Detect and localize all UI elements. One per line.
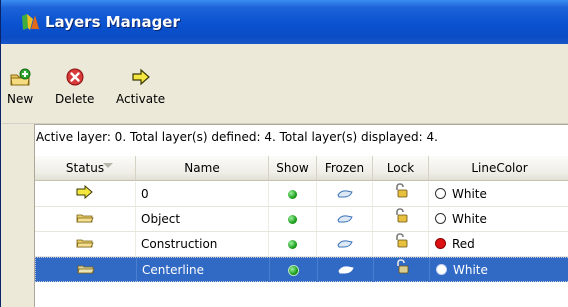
unlocked-padlock-icon — [394, 182, 408, 207]
line-color-cell[interactable]: White — [429, 207, 568, 231]
new-button[interactable]: New — [7, 66, 33, 106]
unlocked-padlock-icon — [394, 207, 408, 232]
activate-label: Activate — [116, 92, 166, 106]
column-header-status[interactable]: Status — [35, 156, 136, 180]
visible-bulb-icon — [288, 190, 297, 199]
color-name: White — [452, 212, 487, 226]
visible-bulb-icon — [288, 215, 297, 224]
line-color-cell[interactable]: White — [430, 258, 568, 282]
unfrozen-icon — [336, 233, 354, 257]
unlocked-padlock-icon — [394, 232, 408, 257]
color-swatch — [436, 264, 447, 275]
unfrozen-icon — [337, 259, 355, 283]
color-swatch — [435, 213, 446, 224]
layer-name-cell[interactable]: Construction — [136, 232, 269, 256]
unfrozen-icon — [336, 183, 354, 207]
lock-toggle[interactable] — [373, 182, 429, 206]
layer-name: 0 — [141, 187, 149, 201]
status-cell[interactable] — [35, 182, 136, 206]
new-label: New — [7, 92, 34, 106]
layer-name-cell[interactable]: Centerline — [137, 258, 270, 282]
visible-bulb-icon — [289, 266, 298, 275]
table-header: Status Name Show Frozen Lock LineColor — [35, 156, 568, 181]
layer-name-cell[interactable]: Object — [136, 207, 269, 231]
layer-name: Object — [141, 212, 181, 226]
title-bar[interactable]: Layers Manager — [1, 0, 568, 44]
table-row[interactable]: 0 White — [35, 182, 568, 207]
unfrozen-icon — [336, 208, 354, 232]
show-toggle[interactable] — [269, 182, 317, 206]
activate-button[interactable]: Activate — [116, 66, 165, 106]
window-title: Layers Manager — [45, 13, 180, 31]
show-toggle[interactable] — [270, 258, 318, 282]
toolbar: New Delete Activate — [2, 44, 568, 124]
frozen-toggle[interactable] — [317, 232, 373, 256]
unlocked-padlock-icon — [395, 258, 409, 283]
visible-bulb-icon — [288, 240, 297, 249]
show-toggle[interactable] — [269, 207, 317, 231]
delete-label: Delete — [55, 92, 95, 106]
column-header-show[interactable]: Show — [269, 156, 317, 180]
lock-toggle[interactable] — [374, 258, 430, 282]
folder-icon — [77, 259, 95, 283]
color-name: White — [453, 263, 488, 277]
new-layer-icon — [8, 66, 32, 88]
folder-icon — [76, 233, 94, 257]
column-header-linecolor[interactable]: LineColor — [429, 156, 568, 180]
folder-icon — [76, 208, 94, 232]
table-row[interactable]: Object White — [35, 207, 568, 232]
layer-name-cell[interactable]: 0 — [136, 182, 269, 206]
frozen-toggle[interactable] — [318, 258, 374, 282]
app-icon — [21, 13, 41, 31]
show-toggle[interactable] — [269, 232, 317, 256]
line-color-cell[interactable]: Red — [429, 232, 568, 256]
delete-button[interactable]: Delete — [55, 66, 94, 106]
status-cell[interactable] — [35, 207, 136, 231]
layer-name: Construction — [141, 237, 218, 251]
table-row[interactable]: Construction Red — [35, 232, 568, 257]
layers-manager-window: Layers Manager New Delete Activate Activ… — [0, 0, 568, 307]
arrow-right-icon — [129, 66, 153, 88]
lock-toggle[interactable] — [373, 232, 429, 256]
sort-arrow-icon — [103, 163, 113, 168]
table-row[interactable]: Centerline White — [35, 257, 568, 282]
column-label: Status — [65, 161, 105, 175]
column-header-name[interactable]: Name — [136, 156, 269, 180]
status-cell[interactable] — [35, 232, 136, 256]
layers-table: Status Name Show Frozen Lock LineColor 0… — [34, 149, 568, 307]
frozen-toggle[interactable] — [317, 207, 373, 231]
column-header-frozen[interactable]: Frozen — [317, 156, 373, 180]
color-name: Red — [452, 237, 475, 251]
delete-icon — [63, 66, 87, 88]
color-swatch — [435, 188, 446, 199]
column-header-lock[interactable]: Lock — [373, 156, 429, 180]
frozen-toggle[interactable] — [317, 182, 373, 206]
status-cell[interactable] — [36, 258, 137, 282]
line-color-cell[interactable]: White — [429, 182, 568, 206]
status-info: Active layer: 0. Total layer(s) defined:… — [34, 124, 568, 149]
lock-toggle[interactable] — [373, 207, 429, 231]
color-swatch — [435, 238, 446, 249]
color-name: White — [452, 187, 487, 201]
layer-name: Centerline — [142, 263, 205, 277]
active-arrow-icon — [76, 183, 94, 207]
